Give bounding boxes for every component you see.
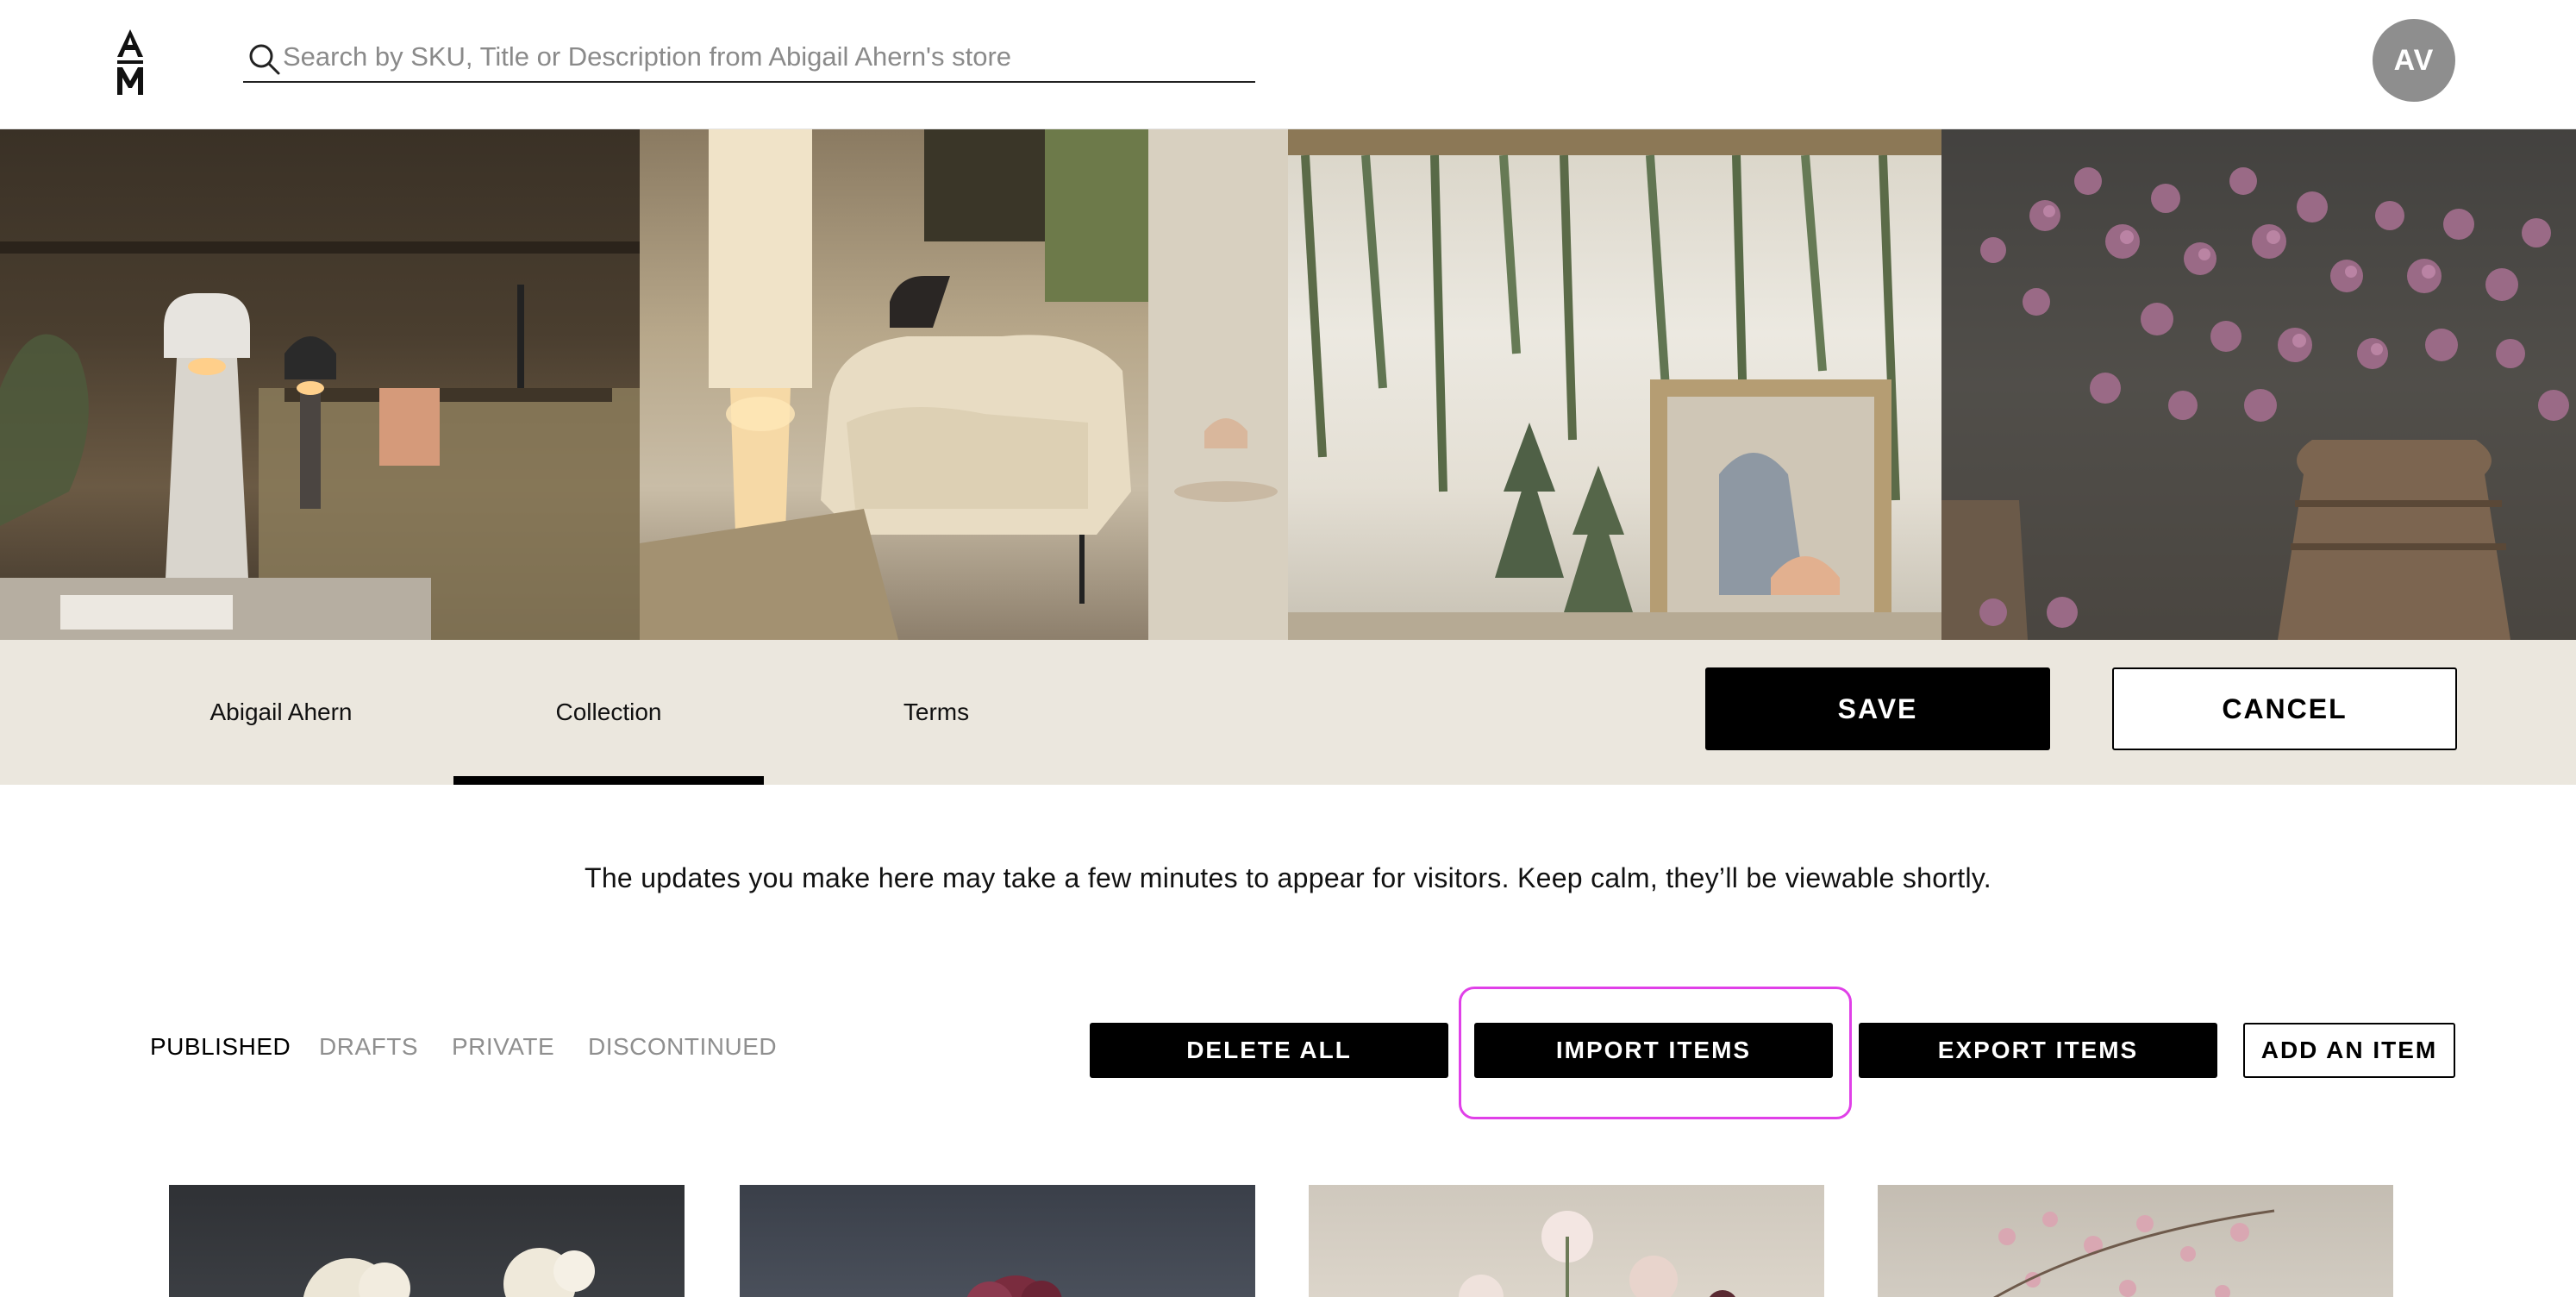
product-image xyxy=(303,1248,595,1297)
brand-logo[interactable] xyxy=(112,28,148,97)
filter-discontinued[interactable]: DISCONTINUED xyxy=(588,1033,777,1061)
product-image xyxy=(1992,1209,2275,1297)
product-card[interactable] xyxy=(169,1185,685,1297)
product-image xyxy=(966,1275,1062,1297)
tab-terms[interactable]: Terms xyxy=(781,640,1091,785)
filter-published[interactable]: PUBLISHED xyxy=(150,1033,291,1061)
product-image xyxy=(1459,1211,1735,1297)
delete-all-button[interactable]: DELETE ALL xyxy=(1090,1023,1448,1078)
top-header: AV xyxy=(0,0,2576,129)
filter-private[interactable]: PRIVATE xyxy=(452,1033,554,1061)
banner-image-greenery-painting xyxy=(1288,129,1941,640)
search-input[interactable] xyxy=(283,38,1240,76)
active-tab-indicator xyxy=(453,776,764,785)
product-card[interactable] xyxy=(740,1185,1255,1297)
update-notice: The updates you make here may take a few… xyxy=(584,862,1991,893)
add-item-button[interactable]: ADD AN ITEM xyxy=(2243,1023,2455,1078)
export-items-button[interactable]: EXPORT ITEMS xyxy=(1859,1023,2217,1078)
search-bar xyxy=(243,33,1255,83)
search-icon xyxy=(249,44,280,75)
banner-image-armchair xyxy=(640,129,1288,640)
tab-abigail-ahern[interactable]: Abigail Ahern xyxy=(145,640,417,785)
save-button[interactable]: SAVE xyxy=(1705,667,2050,750)
user-avatar[interactable]: AV xyxy=(2373,19,2455,102)
import-items-button[interactable]: IMPORT ITEMS xyxy=(1474,1023,1833,1078)
product-card[interactable] xyxy=(1309,1185,1824,1297)
filter-drafts[interactable]: DRAFTS xyxy=(319,1033,418,1061)
store-banner xyxy=(0,129,2576,640)
banner-image-berry-vase xyxy=(1941,129,2576,640)
product-card[interactable] xyxy=(1878,1185,2393,1297)
tab-collection[interactable]: Collection xyxy=(453,640,764,785)
banner-image-marble-lamps xyxy=(0,129,640,640)
cancel-button[interactable]: CANCEL xyxy=(2112,667,2457,750)
